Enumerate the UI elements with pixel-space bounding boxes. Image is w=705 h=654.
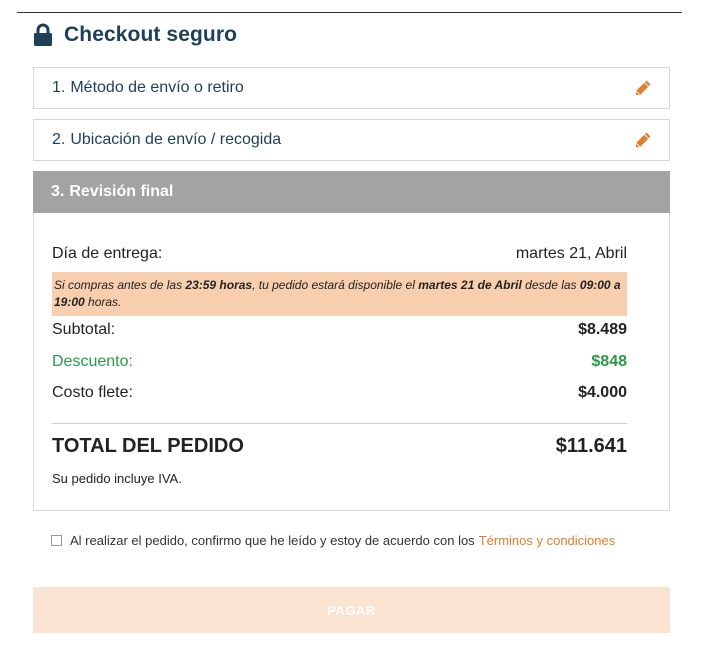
step-label: Revisión final [69,183,174,200]
order-total-value: $11.641 [555,435,627,457]
pencil-icon[interactable] [633,78,653,98]
step-shipping-method[interactable]: 1. Método de envío o retiro [33,67,670,109]
notice-text: , tu pedido estará disponible el [252,278,419,292]
discount-label: Descuento: [52,353,133,370]
step-final-review-header: 3. Revisión final [33,171,670,213]
subtotal-label: Subtotal: [52,321,116,338]
pencil-icon[interactable] [633,130,653,150]
notice-cutoff-time: 23:59 horas [185,278,253,292]
terms-text: Al realizar el pedido, confirmo que he l… [70,533,475,548]
step-number: 3. [51,183,65,200]
step-number: 2. [52,131,66,148]
page-header: Checkout seguro [33,21,237,49]
terms-agreement: Al realizar el pedido, confirmo que he l… [51,533,615,548]
shipping-cost-value: $4.000 [578,384,627,401]
pay-button[interactable]: PAGAR [33,587,670,633]
step-label: Método de envío o retiro [70,79,244,96]
notice-date: martes 21 de Abril [418,278,522,292]
discount-value: $848 [591,353,627,370]
subtotal-value: $8.489 [578,321,627,338]
terms-checkbox[interactable] [51,535,62,546]
order-total-row: TOTAL DEL PEDIDO $11.641 [52,435,627,458]
step-label: Ubicación de envío / recogida [70,131,282,148]
shipping-cost-row: Costo flete: $4.000 [52,384,627,402]
iva-note: Su pedido incluye IVA. [52,471,182,486]
delivery-value: martes 21, Abril [515,245,627,262]
lock-icon [34,23,52,46]
delivery-row: Día de entrega: martes 21, Abril [52,245,627,263]
total-divider [52,423,627,424]
delivery-label: Día de entrega: [52,245,163,262]
top-divider [17,12,682,13]
notice-text: Si compras antes de las [54,278,186,292]
delivery-notice: Si compras antes de las 23:59 horas, tu … [52,272,627,316]
notice-text: desde las [521,278,580,292]
step-shipping-location[interactable]: 2. Ubicación de envío / recogida [33,119,670,161]
subtotal-row: Subtotal: $8.489 [52,321,627,339]
page-title: Checkout seguro [64,23,238,46]
discount-row: Descuento: $848 [52,353,627,371]
terms-link[interactable]: Términos y condiciones [479,533,616,548]
step-number: 1. [52,79,66,96]
notice-text: horas. [84,295,122,309]
shipping-cost-label: Costo flete: [52,384,133,401]
order-total-label: TOTAL DEL PEDIDO [52,435,244,457]
review-panel: Día de entrega: martes 21, Abril Si comp… [33,213,670,511]
